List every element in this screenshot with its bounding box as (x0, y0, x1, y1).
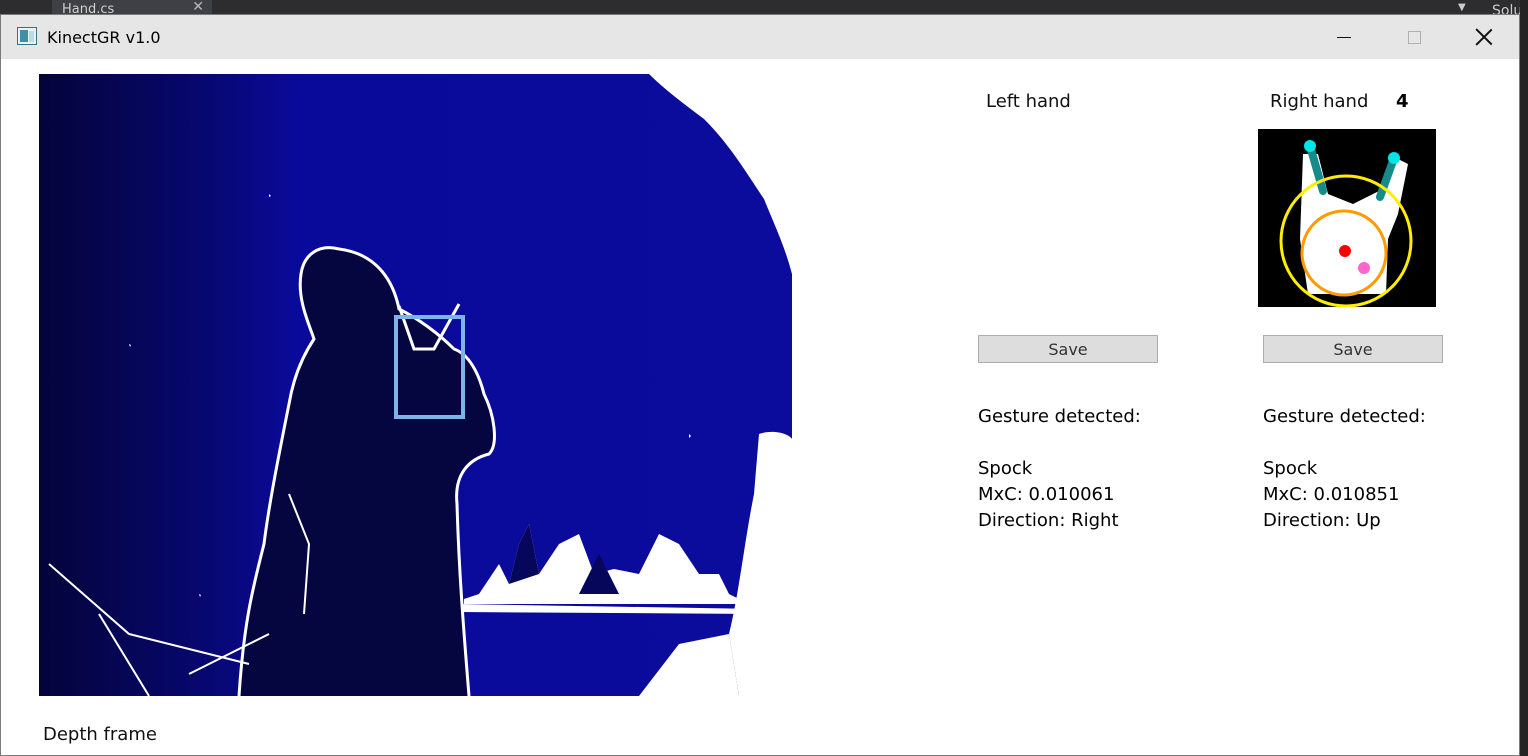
left-gesture-header: Gesture detected: (978, 406, 1141, 427)
right-gesture-header: Gesture detected: (1263, 406, 1426, 427)
ide-side-panel (1520, 0, 1528, 756)
window-title: KinectGR v1.0 (47, 28, 161, 47)
maximize-button[interactable] (1391, 15, 1437, 59)
left-gesture-mxc: MxC: 0.010061 (978, 484, 1115, 505)
ide-top-bar (0, 0, 1528, 14)
left-hand-label: Left hand (986, 91, 1071, 112)
right-hand-preview-image (1258, 129, 1436, 308)
right-gesture-name: Spock (1263, 458, 1318, 479)
close-icon (1476, 29, 1492, 45)
right-hand-label: Right hand (1270, 91, 1369, 112)
right-gesture-mxc: MxC: 0.010851 (1263, 484, 1400, 505)
app-window: KinectGR v1.0 Depth frame Left hand Save… (0, 14, 1520, 756)
ide-tab-hand-cs[interactable]: Hand.cs ✕ (52, 0, 212, 14)
close-icon[interactable]: ✕ (192, 0, 204, 14)
depth-frame-image (39, 74, 792, 696)
ide-tab-label: Hand.cs (62, 2, 115, 14)
hand-preview-svg (1258, 129, 1436, 308)
left-gesture-direction: Direction: Right (978, 510, 1119, 531)
minimize-button[interactable] (1321, 15, 1367, 59)
left-hand-save-button[interactable]: Save (978, 335, 1158, 363)
maximize-icon (1407, 30, 1421, 44)
depth-frame-svg (39, 74, 792, 696)
right-hand-save-button[interactable]: Save (1263, 335, 1443, 363)
dropdown-arrow-icon[interactable]: ▼ (1458, 2, 1466, 13)
close-button[interactable] (1461, 15, 1507, 59)
title-bar[interactable]: KinectGR v1.0 (1, 15, 1519, 59)
minimize-icon (1337, 36, 1351, 38)
app-icon (17, 27, 37, 45)
right-hand-finger-count: 4 (1396, 91, 1409, 112)
left-gesture-name: Spock (978, 458, 1033, 479)
right-gesture-direction: Direction: Up (1263, 510, 1381, 531)
depth-frame-label: Depth frame (43, 724, 157, 745)
